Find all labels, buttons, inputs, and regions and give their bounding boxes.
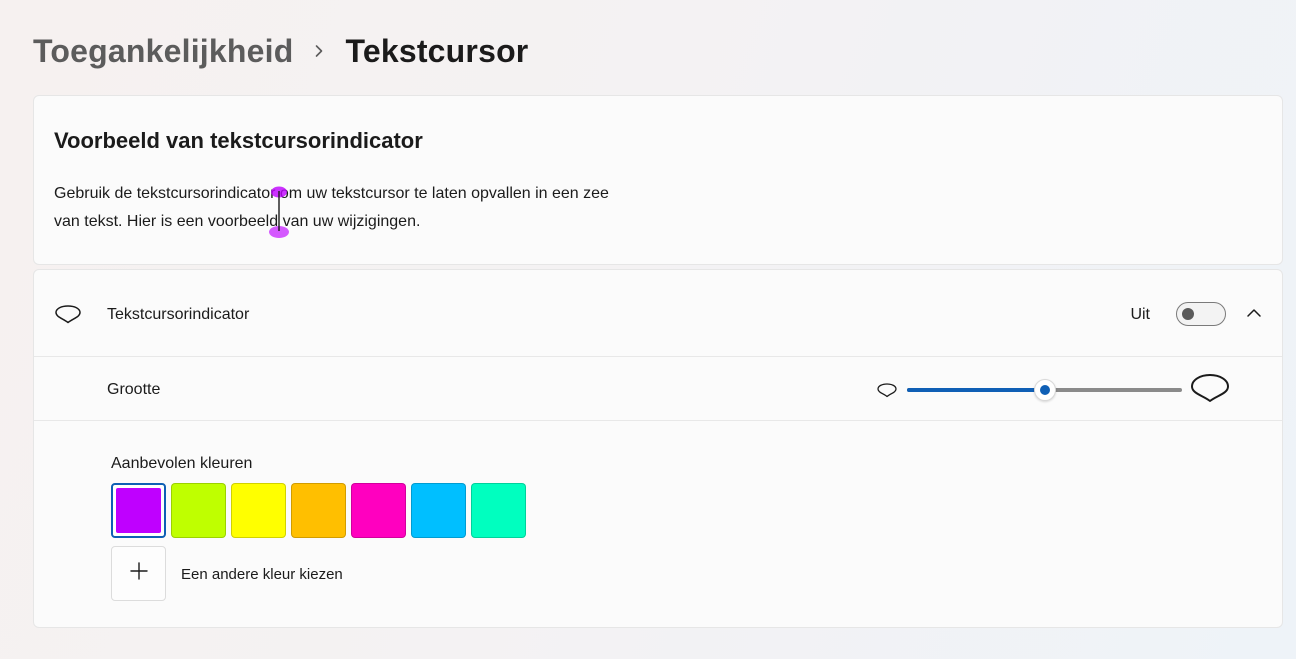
color-swatch-1[interactable] xyxy=(111,483,166,538)
size-slider-fill xyxy=(907,388,1045,392)
preview-title: Voorbeeld van tekstcursorindicator xyxy=(54,128,423,153)
color-swatch-6[interactable] xyxy=(411,483,466,538)
toggle-state-label: Uit xyxy=(1130,306,1150,323)
color-swatches xyxy=(111,483,526,538)
color-swatch-7[interactable] xyxy=(471,483,526,538)
color-swatch-3[interactable] xyxy=(231,483,286,538)
preview-text: Gebruik de tekstcursorindicator om uw te… xyxy=(54,185,609,230)
size-slider[interactable] xyxy=(907,379,1182,401)
size-label: Grootte xyxy=(107,381,161,398)
color-swatch-5[interactable] xyxy=(351,483,406,538)
chevron-up-icon[interactable] xyxy=(1246,306,1262,324)
size-slider-thumb[interactable] xyxy=(1033,379,1056,401)
small-indicator-icon xyxy=(876,381,898,404)
cursor-indicator-icon xyxy=(54,303,82,330)
add-custom-color-label[interactable]: Een andere kleur kiezen xyxy=(181,566,343,583)
text-cursor-indicator-label: Tekstcursorindicator xyxy=(107,306,250,323)
color-swatch-4[interactable] xyxy=(291,483,346,538)
add-custom-color-button[interactable] xyxy=(111,546,166,601)
recommended-colors-label: Aanbevolen kleuren xyxy=(111,455,253,472)
large-indicator-icon xyxy=(1190,372,1230,409)
page-title: Tekstcursor xyxy=(345,32,529,69)
text-cursor-indicator-icon xyxy=(268,184,292,245)
breadcrumb-parent-link[interactable]: Toegankelijkheid xyxy=(33,33,293,70)
breadcrumb: Toegankelijkheid Tekstcursor xyxy=(33,30,528,72)
preview-card: Voorbeeld van tekstcursorindicator Gebru… xyxy=(33,95,1283,265)
text-cursor-indicator-row[interactable]: Tekstcursorindicator Uit xyxy=(34,270,1282,357)
color-swatch-fill xyxy=(116,488,161,533)
size-row: Grootte xyxy=(34,357,1282,421)
settings-card: Tekstcursorindicator Uit Grootte Aanbevo… xyxy=(33,269,1283,628)
color-swatch-2[interactable] xyxy=(171,483,226,538)
toggle-knob xyxy=(1182,308,1194,320)
plus-icon xyxy=(129,562,148,585)
chevron-right-icon xyxy=(293,44,345,58)
text-cursor-indicator-toggle[interactable] xyxy=(1176,302,1226,326)
